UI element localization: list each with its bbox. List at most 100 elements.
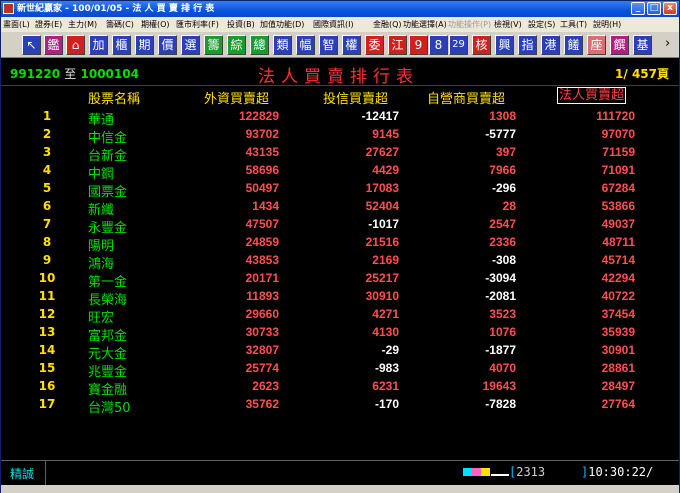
table-row[interactable]: 3 台新金 43135 27627 397 71159 <box>1 144 679 164</box>
total-value-cell: 49037 <box>601 217 635 231</box>
menu-item[interactable]: 投資(B) <box>227 17 255 32</box>
table-row[interactable]: 10 第一金 20171 25217 -3094 42294 <box>1 270 679 290</box>
total-value-cell: 28497 <box>601 379 635 393</box>
overview-button[interactable]: 綜 <box>227 35 246 55</box>
menu-item[interactable]: 加值功能(D) <box>260 17 304 32</box>
interest-button[interactable]: 興 <box>495 35 514 55</box>
jiang-button[interactable]: 江 <box>388 35 407 55</box>
category-button[interactable]: 類 <box>273 35 292 55</box>
table-row[interactable]: 16 寶金融 2623 6231 19643 28497 <box>1 378 679 398</box>
menu-item[interactable]: 金融(Q) <box>373 17 402 32</box>
menu-item[interactable]: 說明(H) <box>593 17 621 32</box>
summary-button[interactable]: 總 <box>250 35 269 55</box>
window-bottom-border <box>1 485 679 493</box>
table-row[interactable]: 4 中鋼 58696 4429 7966 71091 <box>1 162 679 182</box>
table-row[interactable]: 15 兆豐金 25774 -983 4070 28861 <box>1 360 679 380</box>
commission-button[interactable]: 委 <box>365 35 384 55</box>
add-button[interactable]: 加 <box>89 35 108 55</box>
rank-cell: 16 <box>38 379 56 393</box>
date-range: 991220 至 1000104 <box>10 65 139 82</box>
rank-button[interactable]: 饈 <box>564 35 583 55</box>
width-button[interactable]: 幅 <box>296 35 315 55</box>
eight-button[interactable]: 8 <box>429 35 448 55</box>
chip-button[interactable]: 籌 <box>204 35 223 55</box>
warrant-button[interactable]: 權 <box>342 35 361 55</box>
toolbar-more-icon[interactable]: › <box>665 36 670 51</box>
total-value-cell: 71091 <box>601 163 635 177</box>
table-row[interactable]: 9 鴻海 43853 2169 -308 45714 <box>1 252 679 272</box>
smart-button[interactable]: 智 <box>319 35 338 55</box>
maximize-button[interactable]: □ <box>647 2 661 15</box>
status-underline <box>491 474 509 476</box>
total-value-cell: 48711 <box>602 235 635 249</box>
trust-value-cell: -29 <box>381 343 399 357</box>
menu-item[interactable]: 籌碼(C) <box>106 17 134 32</box>
rank-cell: 4 <box>42 163 52 177</box>
dealer-value-cell: 2336 <box>489 235 516 249</box>
table-row[interactable]: 14 元大金 32807 -29 -1877 30901 <box>1 342 679 362</box>
table-row[interactable]: 5 國票金 50497 17083 -296 67284 <box>1 180 679 200</box>
menu-item[interactable]: 證券(E) <box>35 17 62 32</box>
menu-item[interactable]: 畫面(L) <box>3 17 30 32</box>
column-header-dealer[interactable]: 自營商買賣超 <box>427 88 505 107</box>
pointer-icon[interactable]: ↖ <box>22 35 41 55</box>
table-row[interactable]: 11 長榮海 11893 30910 -2081 40722 <box>1 288 679 308</box>
trust-value-cell: 4130 <box>372 325 399 339</box>
column-header-name[interactable]: 股票名稱 <box>88 88 140 107</box>
table-row[interactable]: 13 富邦金 30733 4130 1076 35939 <box>1 324 679 344</box>
foreign-value-cell: 35762 <box>245 397 279 411</box>
table-row[interactable]: 17 台灣50 35762 -170 -7828 27764 <box>1 396 679 416</box>
stock-button[interactable]: 鑑 <box>44 35 63 55</box>
trust-value-cell: 4271 <box>372 307 399 321</box>
nine-button[interactable]: 9 <box>409 35 428 55</box>
menu-item[interactable]: 國際資訊(I) <box>313 17 354 32</box>
window-title: 新世紀贏家 - 100/01/05 - 法 人 買 賣 排 行 表 <box>17 4 215 14</box>
table-row[interactable]: 7 永豐金 47507 -1017 2547 49037 <box>1 216 679 236</box>
dealer-value-cell: -5777 <box>485 127 516 141</box>
table-row[interactable]: 12 旺宏 29660 4271 3523 37454 <box>1 306 679 326</box>
status-left-cell: 精誠 <box>1 461 46 485</box>
foreign-value-cell: 24859 <box>245 235 279 249</box>
foreign-value-cell: 25774 <box>245 361 279 375</box>
select-button[interactable]: 選 <box>181 35 200 55</box>
total-value-cell: 71159 <box>602 145 635 159</box>
trust-value-cell: 25217 <box>365 271 399 285</box>
fund-button[interactable]: 基 <box>633 35 652 55</box>
futures-button[interactable]: 期 <box>135 35 154 55</box>
trust-value-cell: -983 <box>374 361 399 375</box>
table-row[interactable]: 6 新纖 1434 52404 28 53866 <box>1 198 679 218</box>
hongkong-button[interactable]: 港 <box>541 35 560 55</box>
menu-item[interactable]: 功能選擇(A) <box>403 17 447 32</box>
title-bar: 新世紀贏家 - 100/01/05 - 法 人 買 賣 排 行 表 _ □ x <box>1 1 679 17</box>
menu-item[interactable]: 匯市利率(F) <box>176 17 219 32</box>
menu-item[interactable]: 期權(O) <box>141 17 170 32</box>
rank-cell: 15 <box>38 361 56 375</box>
close-button[interactable]: x <box>663 2 677 15</box>
table-row[interactable]: 1 華通 122829 -12417 1308 111720 <box>1 108 679 128</box>
menu-item[interactable]: 設定(S) <box>528 17 555 32</box>
column-header-trust[interactable]: 投信買賣超 <box>323 88 388 107</box>
twentynine-button[interactable]: 29 <box>449 35 468 55</box>
status-label: 精誠 <box>10 467 35 481</box>
price-button[interactable]: 價 <box>158 35 177 55</box>
rank-cell: 11 <box>38 289 56 303</box>
status-color-block <box>481 468 490 476</box>
minimize-button[interactable]: _ <box>631 2 645 15</box>
menu-item[interactable]: 檢視(V) <box>494 17 522 32</box>
cabinet-button[interactable]: 櫃 <box>112 35 131 55</box>
index-button[interactable]: 指 <box>518 35 537 55</box>
menu-item[interactable]: 主力(M) <box>68 17 97 32</box>
column-header-foreign[interactable]: 外資買賣超 <box>204 88 269 107</box>
column-header-total[interactable]: 法人買賣超 <box>557 87 627 104</box>
table-row[interactable]: 8 陽明 24859 21516 2336 48711 <box>1 234 679 254</box>
settle-button[interactable]: 饌 <box>610 35 629 55</box>
nucleus-button[interactable]: 核 <box>472 35 491 55</box>
range-from: 991220 <box>10 67 61 81</box>
home-icon[interactable]: ⌂ <box>66 35 85 55</box>
page-indicator[interactable]: 1/ 457頁 <box>615 65 669 82</box>
menu-item[interactable]: 工具(T) <box>560 17 587 32</box>
table-row[interactable]: 2 中信金 93702 9145 -5777 97070 <box>1 126 679 146</box>
trust-value-cell: 27627 <box>365 145 399 159</box>
status-color-block <box>463 468 472 476</box>
seat-button[interactable]: 座 <box>587 35 606 55</box>
